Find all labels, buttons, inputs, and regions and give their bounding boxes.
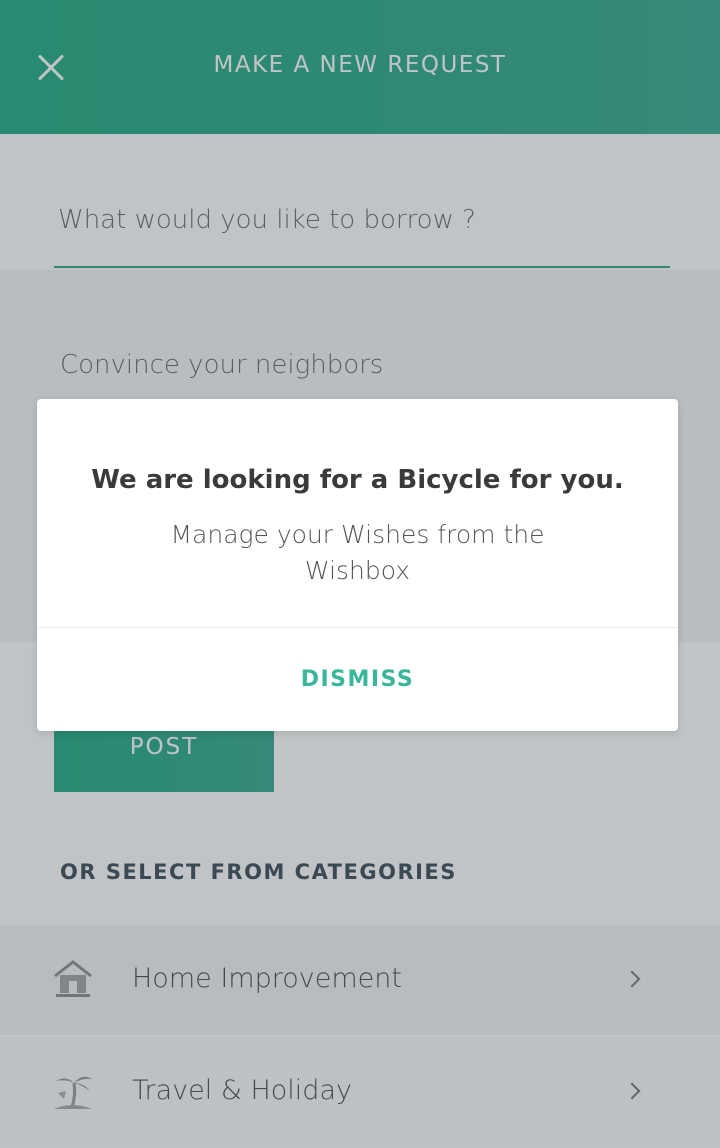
dialog-message: Manage your Wishes from the Wishbox — [170, 520, 545, 585]
dismiss-button[interactable]: DISMISS — [37, 628, 678, 731]
request-dialog: We are looking for a Bicycle for you. Ma… — [37, 399, 678, 731]
dialog-title: We are looking for a Bicycle for you. — [91, 465, 624, 495]
